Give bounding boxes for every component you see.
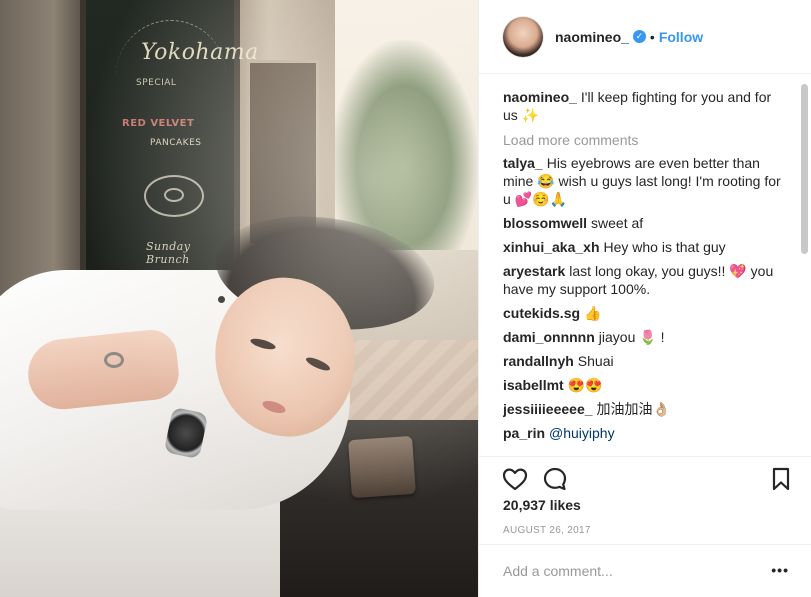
verified-badge-icon: ✓ <box>632 30 646 43</box>
follow-button[interactable]: Follow <box>659 29 703 45</box>
comment-text: sweet af <box>591 215 644 231</box>
comment-username[interactable]: pa_rin <box>503 425 545 441</box>
list-item: cutekids.sg 👍 <box>503 304 787 322</box>
bookmark-icon[interactable] <box>767 465 795 493</box>
list-item: aryestark last long okay, you guys!! 💖 yo… <box>503 262 787 298</box>
chalk-pancakes: PANCAKES <box>150 138 202 148</box>
add-comment-bar: ••• <box>479 544 811 597</box>
chalk-title: Yokohama <box>141 40 259 65</box>
list-item: isabellmt 😍😍 <box>503 376 787 394</box>
comments-list[interactable]: naomineo_ I'll keep fighting for you and … <box>503 88 787 450</box>
instagram-post-view: Yokohama SPECIAL RED VELVET PANCAKES Sun… <box>0 0 811 597</box>
comments-scrollbar-thumb[interactable] <box>801 84 808 254</box>
comment-username[interactable]: cutekids.sg <box>503 305 580 321</box>
chalk-red-velvet: RED VELVET <box>122 118 195 129</box>
list-item: jessiiiieeeee_ 加油加油👌🏼 <box>503 400 787 418</box>
photo-trees <box>330 40 478 250</box>
post-sidebar: naomineo_ ✓ • Follow naomineo_ I'll keep … <box>478 0 811 597</box>
comment-text: Hey who is that guy <box>603 239 726 255</box>
comment-text: His eyebrows are even better than mine 😂… <box>503 155 781 207</box>
comment-username[interactable]: talya_ <box>503 155 543 171</box>
caption-username[interactable]: naomineo_ <box>503 89 577 105</box>
header-username[interactable]: naomineo_ <box>555 29 629 45</box>
list-item: dami_onnnnn jiayou 🌷 ! <box>503 328 787 346</box>
comment-username[interactable]: blossomwell <box>503 215 587 231</box>
comment-text: Shuai <box>577 353 614 369</box>
comment-username[interactable]: jessiiiieeeee_ <box>503 401 593 417</box>
comment-username[interactable]: aryestark <box>503 263 565 279</box>
list-item: randallnyh Shuai <box>503 352 787 370</box>
comment-username[interactable]: randallnyh <box>503 353 574 369</box>
photo-earring <box>218 296 225 303</box>
post-photo[interactable]: Yokohama SPECIAL RED VELVET PANCAKES Sun… <box>0 0 478 597</box>
more-options-button[interactable]: ••• <box>771 562 789 578</box>
comment-bubble-icon[interactable] <box>541 465 569 493</box>
comments-scrollbar[interactable] <box>801 78 809 458</box>
chalk-sub: SPECIAL <box>136 78 177 88</box>
add-comment-input[interactable] <box>503 561 743 581</box>
header-separator: • <box>649 28 655 45</box>
likes-count[interactable]: 20,937 likes <box>503 497 581 513</box>
chalk-donut-drawing <box>144 175 204 217</box>
load-more-comments-button[interactable]: Load more comments <box>503 132 787 148</box>
comment-text: 加油加油👌🏼 <box>596 401 670 417</box>
list-item: xinhui_aka_xh Hey who is that guy <box>503 238 787 256</box>
post-header: naomineo_ ✓ • Follow <box>479 0 811 74</box>
comment-text: 👍 <box>584 305 602 321</box>
post-date[interactable]: AUGUST 26, 2017 <box>503 525 591 536</box>
comment-mention-link[interactable]: @huiyiphy <box>549 425 615 441</box>
comment-text: jiayou 🌷 ! <box>598 329 665 345</box>
comment-username[interactable]: xinhui_aka_xh <box>503 239 600 255</box>
list-item: talya_ His eyebrows are even better than … <box>503 154 787 208</box>
photo-phone <box>348 435 416 499</box>
action-bar <box>479 456 811 502</box>
list-item: pa_rin @huiyiphy <box>503 424 787 442</box>
comment-username[interactable]: dami_onnnnn <box>503 329 595 345</box>
heart-icon[interactable] <box>501 465 529 493</box>
photo-ring <box>104 352 124 368</box>
caption: naomineo_ I'll keep fighting for you and … <box>503 88 787 124</box>
comment-text: 😍😍 <box>567 377 603 393</box>
comment-username[interactable]: isabellmt <box>503 377 564 393</box>
list-item: blossomwell sweet af <box>503 214 787 232</box>
photo-chalkboard: Yokohama SPECIAL RED VELVET PANCAKES Sun… <box>80 0 258 290</box>
avatar[interactable] <box>503 16 543 57</box>
